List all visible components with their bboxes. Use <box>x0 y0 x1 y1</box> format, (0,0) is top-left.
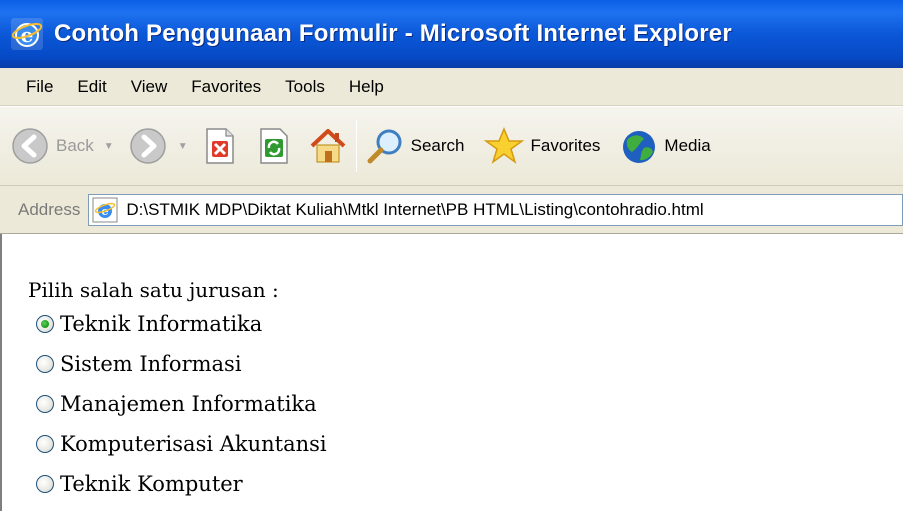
favorites-label: Favorites <box>530 136 601 155</box>
ie-logo-icon: e <box>10 17 44 51</box>
radio-button[interactable] <box>36 315 54 333</box>
search-button[interactable]: Search <box>365 116 465 176</box>
radio-button[interactable] <box>36 395 54 413</box>
radio-label: Teknik Komputer <box>60 472 243 496</box>
menu-help[interactable]: Help <box>349 77 384 97</box>
toolbar-separator <box>355 120 357 172</box>
radio-button[interactable] <box>36 435 54 453</box>
radio-label: Manajemen Informatika <box>60 392 317 416</box>
search-icon <box>367 129 402 164</box>
back-arrow-icon <box>12 128 48 164</box>
refresh-button[interactable] <box>256 116 292 176</box>
radio-button[interactable] <box>36 475 54 493</box>
menu-edit[interactable]: Edit <box>77 77 106 97</box>
search-label: Search <box>410 136 465 155</box>
back-button[interactable]: Back <box>10 116 94 176</box>
stop-icon <box>205 128 234 164</box>
menu-view[interactable]: View <box>131 77 168 97</box>
refresh-icon <box>259 128 288 164</box>
stop-button[interactable] <box>202 116 238 176</box>
address-label: Address <box>18 199 81 219</box>
radio-option-sistem-informasi[interactable]: Sistem Informasi <box>36 352 242 376</box>
favorites-star-icon <box>484 127 525 164</box>
back-label: Back <box>56 136 94 155</box>
radio-option-komputerisasi-akuntansi[interactable]: Komputerisasi Akuntansi <box>36 432 327 456</box>
media-button[interactable]: Media <box>620 116 711 176</box>
title-bar[interactable]: e Contoh Penggunaan Formulir - Microsoft… <box>0 0 903 68</box>
radio-label: Sistem Informasi <box>60 352 242 376</box>
home-button[interactable] <box>308 116 348 176</box>
back-dropdown-icon[interactable]: ▼ <box>104 141 114 152</box>
address-url: D:\STMIK MDP\Diktat Kuliah\Mtkl Internet… <box>126 199 704 219</box>
media-icon <box>623 131 656 163</box>
home-icon <box>310 129 345 163</box>
menu-bar: File Edit View Favorites Tools Help <box>0 68 903 106</box>
radio-button[interactable] <box>36 355 54 373</box>
page-icon: e <box>92 197 118 223</box>
menu-file[interactable]: File <box>26 77 53 97</box>
window-title: Contoh Penggunaan Formulir - Microsoft I… <box>54 20 732 47</box>
favorites-button[interactable]: Favorites <box>484 116 600 176</box>
radio-option-manajemen-informatika[interactable]: Manajemen Informatika <box>36 392 317 416</box>
menu-tools[interactable]: Tools <box>285 77 325 97</box>
address-input[interactable]: e D:\STMIK MDP\Diktat Kuliah\Mtkl Intern… <box>88 193 903 226</box>
forward-button[interactable] <box>128 116 168 176</box>
forward-arrow-icon <box>129 128 166 164</box>
address-bar: Address e D:\STMIK MDP\Diktat Kuliah\Mtk… <box>0 186 903 234</box>
radio-label: Teknik Informatika <box>60 312 263 336</box>
toolbar: Back ▼ ▼ Search Favorites Media <box>0 106 903 186</box>
radio-label: Komputerisasi Akuntansi <box>60 432 327 456</box>
menu-favorites[interactable]: Favorites <box>191 77 261 97</box>
media-label: Media <box>664 136 711 155</box>
forward-dropdown-icon[interactable]: ▼ <box>178 141 188 152</box>
radio-option-teknik-informatika[interactable]: Teknik Informatika <box>36 312 262 336</box>
form-prompt: Pilih salah satu jurusan : <box>28 278 279 302</box>
page-content: Pilih salah satu jurusan : Teknik Inform… <box>0 234 903 511</box>
radio-option-teknik-komputer[interactable]: Teknik Komputer <box>36 472 243 496</box>
